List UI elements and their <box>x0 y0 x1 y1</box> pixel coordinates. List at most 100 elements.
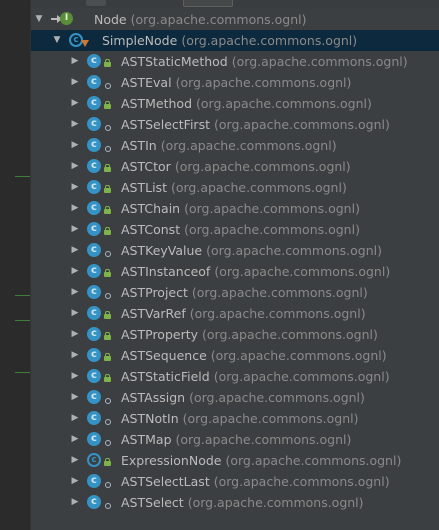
package-private-icon <box>104 145 111 152</box>
tree-row[interactable]: ASTIn(org.apache.commons.ognl) <box>31 135 439 156</box>
tree-item-label: ASTProperty (org.apache.commons.ognl) <box>121 324 378 345</box>
package-name: (org.apache.commons.ognl) <box>182 411 359 426</box>
tree-row[interactable]: ASTNotIn(org.apache.commons.ognl) <box>31 408 439 429</box>
package-name: (org.apache.commons.ognl) <box>181 33 358 48</box>
class-name: ASTSequence <box>121 348 207 363</box>
package-name: (org.apache.commons.ognl) <box>231 54 408 69</box>
class-name: ASTAssign <box>121 390 186 405</box>
tree-item-label: ASTEval (org.apache.commons.ognl) <box>121 72 351 93</box>
tree-row[interactable]: ASTSelectFirst (org.apache.commons.ognl) <box>31 114 439 135</box>
package-name: (org.apache.commons.ognl) <box>175 75 352 90</box>
tree-row[interactable]: ASTStaticMethod(org.apache.commons.ognl) <box>31 51 439 72</box>
tree-item-label: ASTSelect (org.apache.commons.ognl) <box>121 492 364 513</box>
class-icon <box>87 159 101 173</box>
class-name: ASTConst <box>121 222 181 237</box>
class-name: ASTProject <box>121 285 188 300</box>
class-icon <box>87 180 101 194</box>
tree-item-label: ASTSequence (org.apache.commons.ognl) <box>121 345 387 366</box>
expand-arrow-icon[interactable] <box>69 219 81 240</box>
tree-row[interactable]: ASTChain(org.apache.commons.ognl) <box>31 198 439 219</box>
class-name: SimpleNode <box>102 33 178 48</box>
package-name: (org.apache.commons.ognl) <box>187 495 364 510</box>
tree-item-label: ASTList (org.apache.commons.ognl) <box>121 177 347 198</box>
package-private-icon <box>104 292 111 299</box>
tree-item-label: ASTMap (org.apache.commons.ognl) <box>121 429 351 450</box>
package-name: (org.apache.commons.ognl) <box>189 390 365 405</box>
expand-arrow-icon[interactable] <box>69 450 81 471</box>
expand-arrow-icon[interactable] <box>69 93 81 114</box>
package-private-icon <box>104 397 111 404</box>
tree-row[interactable]: ASTConst(org.apache.commons.ognl) <box>31 219 439 240</box>
class-icon <box>87 285 101 299</box>
toolbar-field[interactable] <box>183 0 233 7</box>
tree-row[interactable]: ASTStaticField(org.apache.commons.ognl) <box>31 366 439 387</box>
expand-arrow-icon[interactable] <box>33 9 45 30</box>
class-name: ASTChain <box>121 201 181 216</box>
tree-item-label: ASTProject (org.apache.commons.ognl) <box>121 282 368 303</box>
tree-row[interactable]: ASTInstanceof(org.apache.commons.ognl) <box>31 261 439 282</box>
expand-arrow-icon[interactable] <box>69 429 81 450</box>
package-name: (org.apache.commons.ognl) <box>210 348 387 363</box>
tree-row-selected[interactable]: SimpleNode(org.apache.commons.ognl) <box>31 30 439 51</box>
expand-arrow-icon[interactable] <box>69 303 81 324</box>
tree-row[interactable]: ASTList(org.apache.commons.ognl) <box>31 177 439 198</box>
tree-row-root[interactable]: Node(org.apache.commons.ognl) <box>31 9 439 30</box>
expand-arrow-icon[interactable] <box>69 51 81 72</box>
package-name: (org.apache.commons.ognl) <box>196 96 372 111</box>
expand-arrow-icon[interactable] <box>69 177 81 198</box>
tree-row[interactable]: ASTMap(org.apache.commons.ognl) <box>31 429 439 450</box>
expand-arrow-icon[interactable] <box>69 240 81 261</box>
class-icon <box>87 201 101 215</box>
tree-row[interactable]: ASTVarRef(org.apache.commons.ognl) <box>31 303 439 324</box>
expand-arrow-icon[interactable] <box>51 30 63 51</box>
expand-arrow-icon[interactable] <box>69 261 81 282</box>
class-name: ASTSelectLast <box>121 474 210 489</box>
tree-row[interactable]: ASTEval(org.apache.commons.ognl) <box>31 72 439 93</box>
tree-row[interactable]: ASTProject(org.apache.commons.ognl) <box>31 282 439 303</box>
package-name: (org.apache.commons.ognl) <box>191 285 368 300</box>
tree-item-label: ASTSelectFirst (org.apache.commons.ognl) <box>121 114 390 135</box>
tree-item-label: SimpleNode (org.apache.commons.ognl) <box>102 30 357 51</box>
class-name: ASTMap <box>121 432 172 447</box>
expand-arrow-icon[interactable] <box>69 345 81 366</box>
expand-arrow-icon[interactable] <box>69 366 81 387</box>
expand-arrow-icon[interactable] <box>69 135 81 156</box>
expand-arrow-icon[interactable] <box>69 492 81 513</box>
tree-row[interactable]: ASTSelect(org.apache.commons.ognl) <box>31 492 439 513</box>
package-name: (org.apache.commons.ognl) <box>130 12 307 27</box>
class-icon <box>87 54 101 68</box>
expand-arrow-icon[interactable] <box>69 324 81 345</box>
lock-icon <box>104 458 111 468</box>
class-icon <box>87 390 101 404</box>
toolbar-remnant <box>31 0 439 8</box>
tree-item-label: ASTStaticMethod (org.apache.commons.ognl) <box>121 51 408 72</box>
tree-row[interactable]: ASTMethod(org.apache.commons.ognl) <box>31 93 439 114</box>
change-marker <box>15 176 30 177</box>
expand-arrow-icon[interactable] <box>69 471 81 492</box>
tree-row[interactable]: ExpressionNode(org.apache.commons.ognl) <box>31 450 439 471</box>
interface-hierarchy-icon <box>51 12 73 26</box>
expand-arrow-icon[interactable] <box>69 114 81 135</box>
expand-arrow-icon[interactable] <box>69 282 81 303</box>
package-name: (org.apache.commons.ognl) <box>214 264 391 279</box>
tree-row[interactable]: ASTKeyValue(org.apache.commons.ognl) <box>31 240 439 261</box>
tree-row[interactable]: ASTAssign(org.apache.commons.ognl) <box>31 387 439 408</box>
toolbar-button[interactable] <box>86 0 106 6</box>
expand-arrow-icon[interactable] <box>69 408 81 429</box>
tree-row[interactable]: ASTProperty(org.apache.commons.ognl) <box>31 324 439 345</box>
tree-row[interactable]: ASTCtor(org.apache.commons.ognl) <box>31 156 439 177</box>
package-name: (org.apache.commons.ognl) <box>214 117 390 132</box>
expand-arrow-icon[interactable] <box>69 387 81 408</box>
tree-row[interactable]: ASTSequence(org.apache.commons.ognl) <box>31 345 439 366</box>
class-name: ASTList <box>121 180 167 195</box>
tree-row[interactable]: ASTSelectLast(org.apache.commons.ognl) <box>31 471 439 492</box>
tree-item-label: ASTChain (org.apache.commons.ognl) <box>121 198 360 219</box>
expand-arrow-icon[interactable] <box>69 156 81 177</box>
tree-item-label: ASTKeyValue (org.apache.commons.ognl) <box>121 240 382 261</box>
package-name: (org.apache.commons.ognl) <box>184 201 360 216</box>
package-name: (org.apache.commons.ognl) <box>184 222 360 237</box>
expand-arrow-icon[interactable] <box>69 72 81 93</box>
class-icon <box>87 264 101 278</box>
type-hierarchy-tree[interactable]: Node(org.apache.commons.ognl) SimpleNode… <box>31 9 439 513</box>
expand-arrow-icon[interactable] <box>69 198 81 219</box>
